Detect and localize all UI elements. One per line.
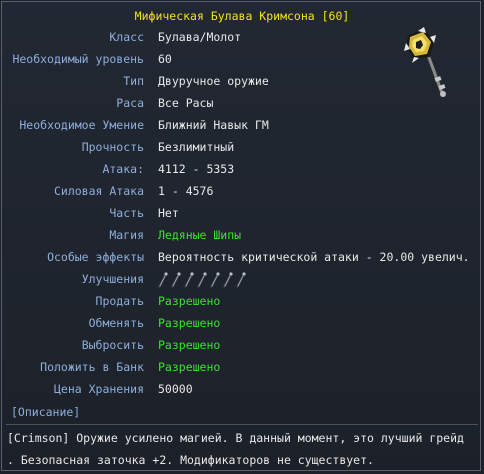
upgrade-slot-icon [183,272,194,289]
stat-label: Особые эффекты [47,250,144,264]
stat-label: Раса [116,96,144,110]
stat-row: Цена Хранения 50000 [0,378,484,400]
description-line: . Безопасная заточка +2. Модификаторов н… [7,453,374,467]
upgrade-slot-icon [235,272,246,289]
stat-label: Атака: [102,162,144,176]
stat-label: Выбросить [81,338,144,352]
stat-label: Обменять [88,316,144,330]
stat-label: Необходимое Умение [19,118,144,132]
stat-value: Ледяные Шипы [158,228,242,242]
stat-value: Все Расы [158,96,214,110]
upgrade-slot-icon [209,272,220,289]
stat-row: Класс Булава/Молот [0,26,484,48]
stat-value: 1 - 4576 [158,184,214,198]
stat-row: Особые эффекты Вероятность критической ат… [0,246,484,268]
stat-value: Вероятность критической атаки - 20.00 ув… [158,250,470,264]
stat-row: Атака: 4112 - 5353 [0,158,484,180]
stat-row: Часть Нет [0,202,484,224]
stat-row: Силовая Атака 1 - 4576 [0,180,484,202]
stat-row: Обменять Разрешено [0,312,484,334]
stat-row: Улучшения [0,268,484,290]
stat-row: Положить в Банк Разрешено [0,356,484,378]
description-line: [Crimson] Оружие усилено магией. В данны… [7,431,464,445]
stat-label: Силовая Атака [53,184,144,198]
upgrade-slots [156,271,256,289]
upgrade-slot-icon [196,272,207,289]
stat-row: Выбросить Разрешено [0,334,484,356]
stat-value: 60 [158,52,172,66]
stat-row: Необходимое Умение Ближний Навык ГМ [0,114,484,136]
stat-label: Часть [109,206,144,220]
stat-value: Разрешено [158,316,221,330]
stat-label: Продать [95,294,144,308]
stat-label: Магия [109,228,144,242]
description-text: [Crimson] Оружие усилено магией. В данны… [7,427,482,471]
stat-label: Цена Хранения [53,382,144,396]
stat-label: Класс [109,30,144,44]
stat-row: Прочность Безлимитный [0,136,484,158]
stat-label: Необходимый уровень [12,52,144,66]
item-title: Мифическая Булава Кримсона [60] [134,9,350,23]
upgrade-slot-icon [222,272,233,289]
stat-value: Разрешено [158,294,221,308]
stat-value: Двуручное оружие [158,74,269,88]
stat-value: Ближний Навык ГМ [158,118,269,132]
upgrade-slot-icon [157,272,168,289]
stat-value: 4112 - 5353 [158,162,235,176]
stat-value: 50000 [158,382,193,396]
stat-row: Необходимый уровень 60 [0,48,484,70]
stat-value: Нет [158,206,179,220]
stat-row: Продать Разрешено [0,290,484,312]
stat-value: Булава/Молот [158,30,242,44]
stat-label: Положить в Банк [40,360,144,374]
description-header: [Описание] [11,405,81,419]
stat-value: Безлимитный [158,140,235,154]
stat-row: Магия Ледяные Шипы [0,224,484,246]
stat-row: Раса Все Расы [0,92,484,114]
stat-label: Тип [123,74,144,88]
stat-value: Разрешено [158,360,221,374]
stat-value: Разрешено [158,338,221,352]
upgrade-slot-icon [170,272,181,289]
stat-row: Тип Двуручное оружие [0,70,484,92]
description-divider [6,424,478,425]
stat-label: Улучшения [81,272,144,286]
stat-label: Прочность [81,140,144,154]
